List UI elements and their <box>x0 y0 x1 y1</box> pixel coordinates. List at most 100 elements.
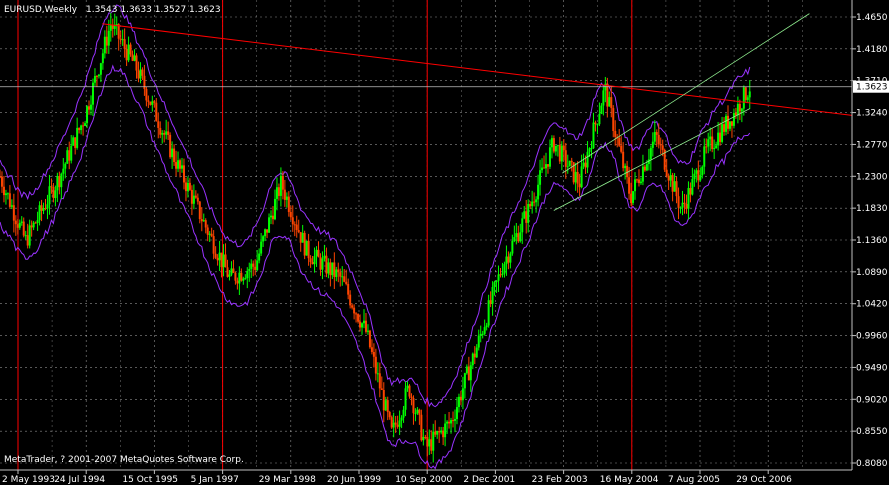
candle-body <box>630 193 633 203</box>
candle-body <box>236 280 239 284</box>
candle-body <box>394 422 397 425</box>
candle-body <box>390 417 393 428</box>
candle-body <box>521 218 524 233</box>
candle-body <box>422 436 425 441</box>
candle-body <box>681 202 684 208</box>
candle-body <box>693 173 696 180</box>
price-tag-text: 1.3623 <box>856 83 888 93</box>
candle-body <box>529 203 532 207</box>
candle-body <box>537 184 540 200</box>
candle-body <box>600 105 603 114</box>
candle-body <box>129 44 132 55</box>
candle-body <box>10 205 13 207</box>
candle-body <box>171 148 174 158</box>
candle-body <box>703 146 706 167</box>
candle-body <box>452 420 455 422</box>
candle-body <box>208 233 211 235</box>
candle-body <box>695 170 698 174</box>
candle-body <box>22 221 25 236</box>
candle-body <box>465 366 468 374</box>
candle-body <box>590 148 593 150</box>
candle-body <box>632 191 635 203</box>
candle-body <box>355 313 358 315</box>
candle-body <box>125 48 128 61</box>
candle-body <box>167 131 170 135</box>
candle-body <box>173 148 176 163</box>
candle-body <box>91 82 94 105</box>
candle-body <box>115 24 118 26</box>
y-tick-label: 1.1830 <box>856 204 888 214</box>
candle-body <box>212 236 215 254</box>
candle-body <box>495 280 498 283</box>
candle-body <box>511 241 514 254</box>
candle-body <box>657 134 660 145</box>
candle-body <box>719 132 722 142</box>
candle-body <box>459 396 462 401</box>
candle-body <box>305 240 308 256</box>
candle-body <box>541 167 544 171</box>
x-tick-label: 16 May 2004 <box>600 475 659 485</box>
candle-body <box>76 127 79 148</box>
candle-body <box>509 253 512 263</box>
candle-body <box>186 182 189 192</box>
candle-body <box>232 268 235 273</box>
candle-body <box>655 132 658 135</box>
candle-body <box>550 138 553 148</box>
candle-body <box>349 294 352 306</box>
candle-body <box>188 182 191 190</box>
candle-body <box>317 249 320 258</box>
candle-body <box>297 229 300 233</box>
candle-body <box>341 276 344 278</box>
candle-body <box>628 177 631 194</box>
candle-body <box>163 132 166 135</box>
candle-body <box>560 145 563 162</box>
candle-body <box>40 205 43 211</box>
candle-body <box>679 207 682 209</box>
candle-body <box>515 233 518 238</box>
candle-body <box>687 188 690 209</box>
candle-body <box>471 353 474 366</box>
candle-body <box>264 229 267 237</box>
candle-body <box>127 44 130 61</box>
candle-body <box>177 160 180 169</box>
candle-body <box>72 137 75 146</box>
candle-body <box>254 266 257 270</box>
candle-body <box>487 300 490 326</box>
candle-body <box>501 273 504 275</box>
candle-body <box>661 145 664 150</box>
candle-body <box>517 233 520 242</box>
candle-body <box>566 166 569 168</box>
candle-body <box>250 263 253 269</box>
candle-body <box>62 168 65 174</box>
candle-body <box>52 187 55 199</box>
candle-body <box>285 196 288 200</box>
candle-body <box>711 136 714 150</box>
candle-body <box>42 208 45 211</box>
y-tick-label: 0.9020 <box>856 395 888 405</box>
candle-body <box>279 175 282 196</box>
candle-body <box>481 333 484 335</box>
y-tick-label: 1.1360 <box>856 236 888 246</box>
candle-body <box>493 282 496 287</box>
candle-body <box>84 123 87 126</box>
candle-body <box>44 208 47 210</box>
candle-body <box>742 87 745 109</box>
candle-body <box>151 101 154 105</box>
candle-body <box>594 122 597 125</box>
candle-body <box>155 102 158 122</box>
candle-body <box>214 253 217 258</box>
candle-body <box>131 54 134 61</box>
candle-body <box>428 439 431 447</box>
candle-body <box>748 91 751 98</box>
candle-body <box>353 307 356 314</box>
candle-body <box>489 300 492 304</box>
candle-body <box>582 162 585 167</box>
candle-body <box>46 204 49 209</box>
candle-body <box>109 24 112 31</box>
candle-body <box>477 335 480 348</box>
candle-body <box>303 232 306 256</box>
candle-body <box>614 130 617 137</box>
candle-body <box>580 166 583 188</box>
candle-body <box>576 171 579 184</box>
price-chart[interactable]: 1.46501.41801.37101.32401.27701.23001.18… <box>0 0 889 485</box>
